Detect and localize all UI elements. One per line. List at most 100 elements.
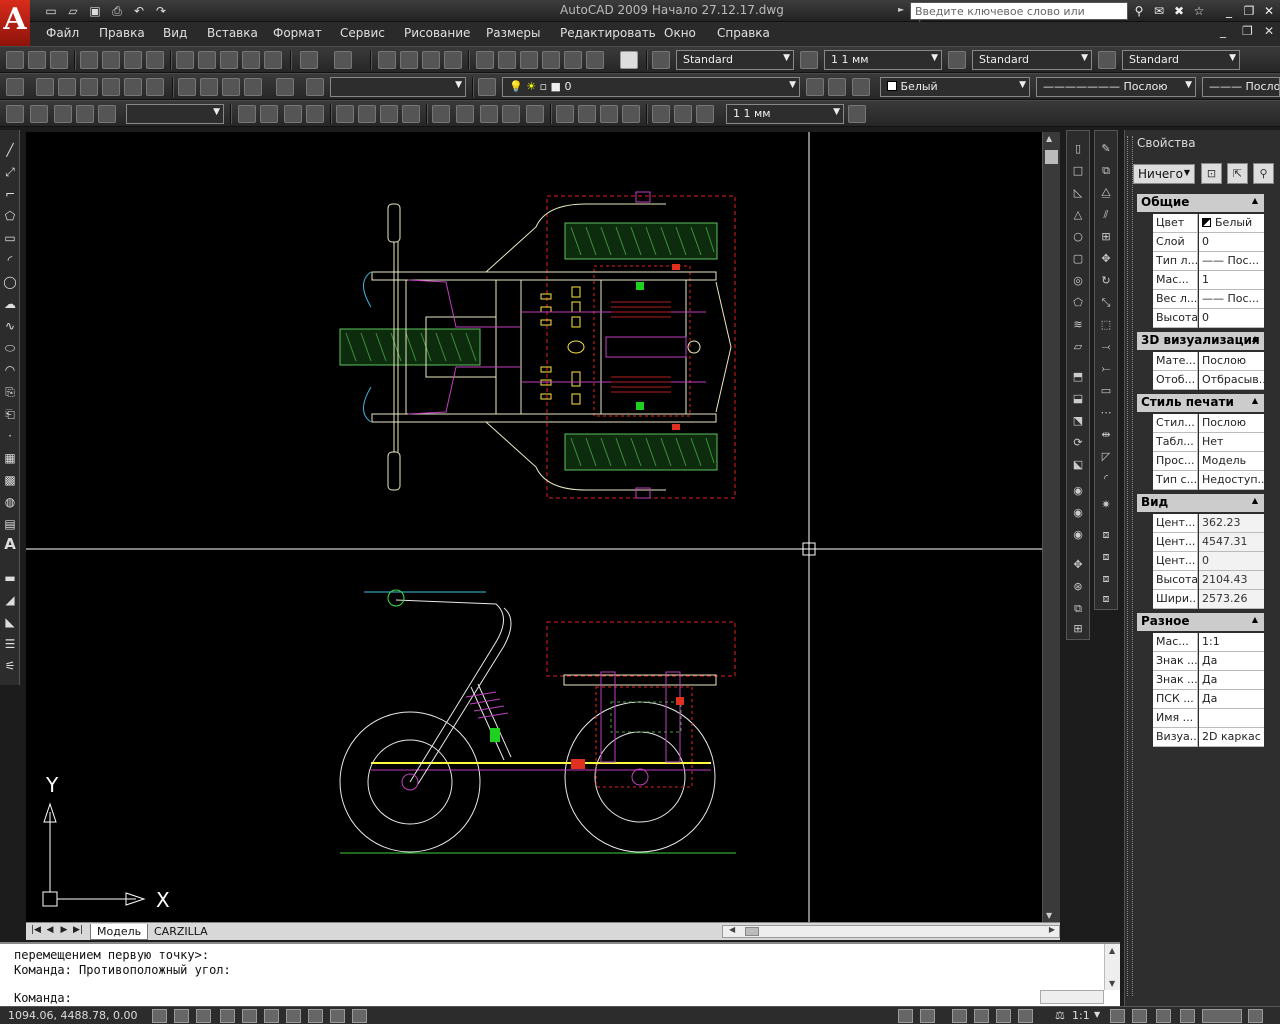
annotation-scale[interactable]: 1:1 [1072,1009,1090,1022]
property-value[interactable]: 362.23 [1199,514,1264,533]
radius-dim-icon[interactable] [336,105,354,123]
property-value[interactable] [1199,709,1264,728]
property-value[interactable]: 0 [1199,233,1264,252]
presspull-icon[interactable]: ⬓ [1070,391,1086,407]
3d-dwf-icon[interactable] [146,51,164,69]
rectangle-icon[interactable]: ▭ [2,230,18,246]
dynamic-input-icon[interactable] [308,1009,323,1023]
undo-toolbar-icon[interactable] [300,51,318,69]
property-value[interactable]: Модель [1199,452,1264,471]
property-value[interactable]: Нет [1199,433,1264,452]
property-row[interactable]: Мате... Послою [1153,352,1264,371]
property-value[interactable]: Да [1199,671,1264,690]
aligned-dim-icon[interactable] [260,105,278,123]
dim-break-icon[interactable] [526,105,544,123]
first-tab-icon[interactable]: |◀ [30,925,42,938]
show-motion-icon[interactable] [1018,1009,1033,1023]
redo-toolbar-icon[interactable] [334,51,352,69]
doc-restore-icon[interactable]: ❐ [1242,24,1253,38]
tab-model[interactable]: Модель [90,924,149,940]
linear-dim-icon[interactable] [238,105,256,123]
help-icon[interactable] [620,51,638,69]
rotate-icon[interactable]: ↻ [1098,273,1114,289]
tolerance-icon[interactable] [556,105,574,123]
planar-surface-icon[interactable]: ▱ [1070,339,1086,355]
properties-section-header[interactable]: Вид ▲ [1137,494,1264,512]
table-icon[interactable]: ▤ [2,516,18,532]
command-scrollbar[interactable]: ▲ ▼ [1104,944,1120,990]
mirror-icon[interactable]: ⧋ [1098,185,1114,201]
explode-icon[interactable]: ✷ [1098,497,1114,513]
select-objects-icon[interactable]: ⇱ [1227,163,1248,184]
camera-icon[interactable] [276,78,294,96]
insert-block-icon[interactable]: ⎘ [2,384,18,400]
property-row[interactable]: Слой 0 [1153,233,1264,252]
property-value[interactable]: 2573.26 [1199,590,1264,609]
property-row[interactable]: Мас... 1:1 [1153,633,1264,652]
solid-toolbar-icon-1[interactable] [6,105,24,123]
lineweight-toggle-icon[interactable] [330,1009,345,1023]
center-mark-icon[interactable] [578,105,596,123]
scale-icon[interactable]: ⤡ [1098,295,1114,311]
table-style-icon[interactable] [948,51,966,69]
menu-edit[interactable]: Правка [99,26,145,40]
close-icon[interactable]: ✕ [1260,3,1278,19]
copy-icon[interactable] [198,51,216,69]
polysolid-icon[interactable]: ▯ [1070,141,1086,157]
menu-view[interactable]: Вид [163,26,187,40]
menu-insert[interactable]: Вставка [207,26,258,40]
solid-toolbar-icon-5[interactable] [98,105,116,123]
properties-section-header[interactable]: Стиль печати ▲ [1137,394,1264,412]
pan-status-icon[interactable] [952,1009,967,1023]
menu-modify[interactable]: Редактировать [560,26,656,40]
quick-select-icon[interactable]: ⚲ [1253,163,1274,184]
union-icon[interactable]: ◉ [1070,483,1086,499]
arc-length-icon[interactable] [284,105,302,123]
property-value[interactable]: Да [1199,690,1264,709]
menu-format[interactable]: Формат [273,26,322,40]
autocad-logo[interactable]: A [0,0,30,46]
grid-mode-icon[interactable] [174,1009,189,1023]
property-row[interactable]: Знак ... Да [1153,652,1264,671]
box-view-icon-2[interactable] [58,78,76,96]
steering-wheel-icon[interactable] [996,1009,1011,1023]
layer-select[interactable]: 💡 ☀ ▫ ■ 0 ▼ [502,77,800,97]
solid-toolbar-icon-2[interactable] [30,105,48,123]
iso-view-icon-3[interactable] [222,78,240,96]
extend-icon[interactable]: ⤚ [1098,361,1114,377]
property-row[interactable]: Цент... 0 [1153,552,1264,571]
polygon-icon[interactable]: ⬠ [2,208,18,224]
subtract-icon[interactable]: ◉ [1070,505,1086,521]
property-row[interactable]: Цент... 4547.31 [1153,533,1264,552]
3d-move-icon[interactable]: ✥ [1070,557,1086,573]
auto-scale-icon[interactable] [1132,1009,1147,1023]
solid-toolbar-icon-3[interactable] [54,105,72,123]
property-value[interactable]: Да [1199,652,1264,671]
fillet-icon[interactable]: ◜ [1098,471,1114,487]
erase-icon[interactable]: ✎ [1098,141,1114,157]
continue-dim-icon[interactable] [480,105,498,123]
workspace-select[interactable]: ▼ [126,104,224,124]
stretch-icon[interactable]: ⬚ [1098,317,1114,333]
ortho-mode-icon[interactable] [196,1009,211,1023]
construction-line-icon[interactable]: ⤢ [2,164,18,180]
dim-space-icon[interactable] [502,105,520,123]
menu-draw[interactable]: Рисование [404,26,470,40]
property-row[interactable]: Цвет Белый [1153,214,1264,233]
property-value[interactable]: 1 [1199,271,1264,290]
block-editor-icon[interactable] [264,51,282,69]
design-center-icon[interactable] [498,51,516,69]
named-views-icon[interactable] [306,78,324,96]
vertical-scrollbar[interactable]: ▲ ▼ [1042,132,1060,922]
linetype-select[interactable]: ——————— Послою ▼ [1036,77,1196,97]
3d-tool-icon-5[interactable]: ⚟ [2,658,18,674]
markup-icon[interactable] [564,51,582,69]
trim-icon[interactable]: ⤙ [1098,339,1114,355]
property-value[interactable]: 1:1 [1199,633,1264,652]
table-style-select[interactable]: Standard ▼ [1122,50,1240,70]
draworder-icon-1[interactable]: ⧈ [1098,527,1114,543]
sheet-set-icon[interactable] [542,51,560,69]
circle-icon[interactable]: ◯ [2,274,18,290]
make-block-icon[interactable]: ⎗ [2,406,18,422]
sphere-icon[interactable]: ○ [1070,229,1086,245]
